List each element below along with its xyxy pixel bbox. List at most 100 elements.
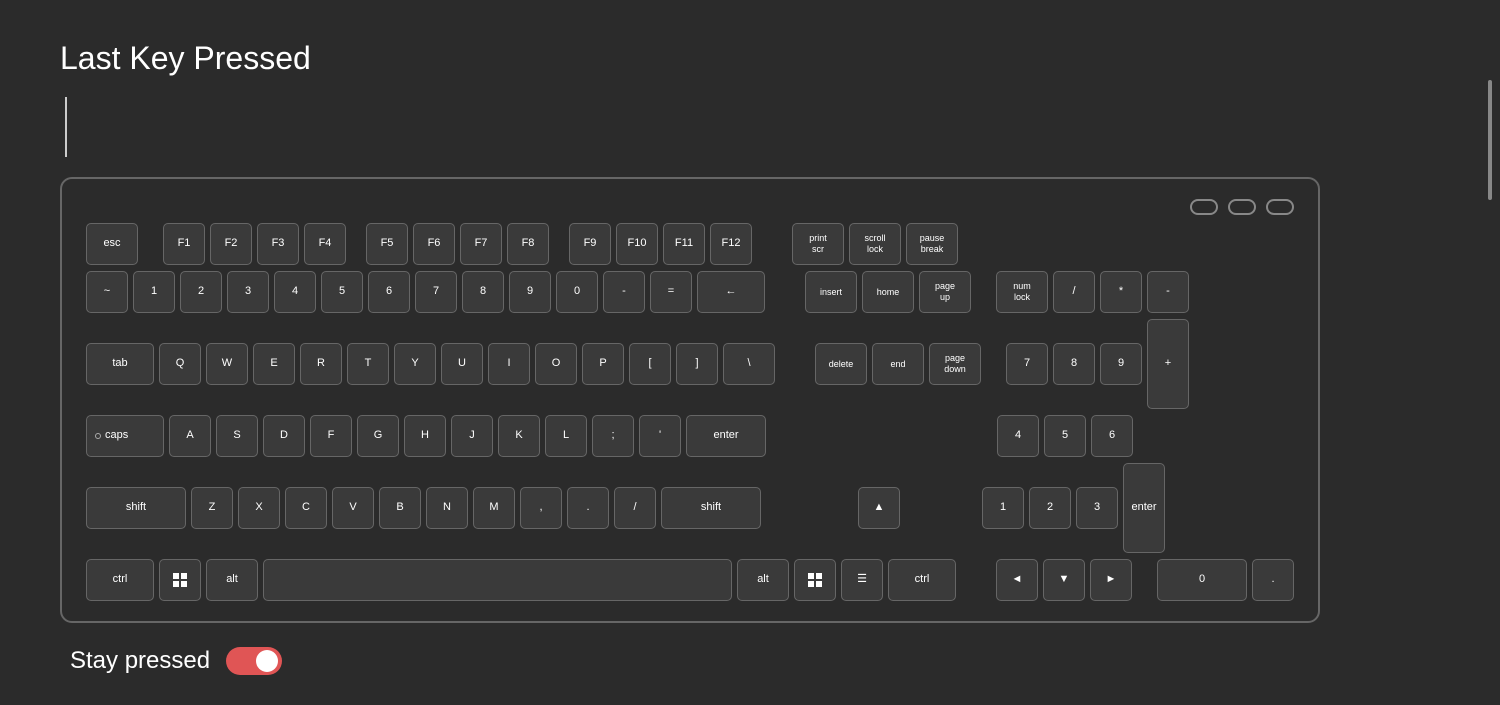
key-u[interactable]: U <box>441 343 483 385</box>
key-tilde[interactable]: ~ <box>86 271 128 313</box>
key-0[interactable]: 0 <box>556 271 598 313</box>
key-num-0[interactable]: 0 <box>1157 559 1247 601</box>
key-arrow-left[interactable]: ◄ <box>996 559 1038 601</box>
key-f4[interactable]: F4 <box>304 223 346 265</box>
key-num-7[interactable]: 7 <box>1006 343 1048 385</box>
key-shift-right[interactable]: shift <box>661 487 761 529</box>
key-w[interactable]: W <box>206 343 248 385</box>
key-s[interactable]: S <box>216 415 258 457</box>
key-f1[interactable]: F1 <box>163 223 205 265</box>
key-num-minus[interactable]: - <box>1147 271 1189 313</box>
key-a[interactable]: A <box>169 415 211 457</box>
key-z[interactable]: Z <box>191 487 233 529</box>
key-8[interactable]: 8 <box>462 271 504 313</box>
key-win-left[interactable] <box>159 559 201 601</box>
key-f12[interactable]: F12 <box>710 223 752 265</box>
key-y[interactable]: Y <box>394 343 436 385</box>
key-num-lock[interactable]: numlock <box>996 271 1048 313</box>
key-n[interactable]: N <box>426 487 468 529</box>
key-f[interactable]: F <box>310 415 352 457</box>
key-num-3[interactable]: 3 <box>1076 487 1118 529</box>
key-9[interactable]: 9 <box>509 271 551 313</box>
key-space[interactable] <box>263 559 732 601</box>
key-alt-left[interactable]: alt <box>206 559 258 601</box>
key-2[interactable]: 2 <box>180 271 222 313</box>
key-f3[interactable]: F3 <box>257 223 299 265</box>
key-4[interactable]: 4 <box>274 271 316 313</box>
key-print-scr[interactable]: printscr <box>792 223 844 265</box>
key-m[interactable]: M <box>473 487 515 529</box>
key-comma[interactable]: , <box>520 487 562 529</box>
key-semicolon[interactable]: ; <box>592 415 634 457</box>
key-f11[interactable]: F11 <box>663 223 705 265</box>
key-page-up[interactable]: pageup <box>919 271 971 313</box>
key-lbracket[interactable]: [ <box>629 343 671 385</box>
key-equals[interactable]: = <box>650 271 692 313</box>
key-backspace[interactable]: ← <box>697 271 765 313</box>
key-f2[interactable]: F2 <box>210 223 252 265</box>
key-num-8[interactable]: 8 <box>1053 343 1095 385</box>
key-num-4[interactable]: 4 <box>997 415 1039 457</box>
key-shift-left[interactable]: shift <box>86 487 186 529</box>
key-esc[interactable]: esc <box>86 223 138 265</box>
key-scroll-lock[interactable]: scrolllock <box>849 223 901 265</box>
key-arrow-up[interactable]: ▲ <box>858 487 900 529</box>
key-ctrl-left[interactable]: ctrl <box>86 559 154 601</box>
key-rbracket[interactable]: ] <box>676 343 718 385</box>
key-e[interactable]: E <box>253 343 295 385</box>
key-o[interactable]: O <box>535 343 577 385</box>
key-p[interactable]: P <box>582 343 624 385</box>
key-end[interactable]: end <box>872 343 924 385</box>
key-num-enter[interactable]: enter <box>1123 463 1165 553</box>
key-q[interactable]: Q <box>159 343 201 385</box>
key-ctrl-right[interactable]: ctrl <box>888 559 956 601</box>
key-g[interactable]: G <box>357 415 399 457</box>
key-j[interactable]: J <box>451 415 493 457</box>
key-f5[interactable]: F5 <box>366 223 408 265</box>
key-f7[interactable]: F7 <box>460 223 502 265</box>
key-f6[interactable]: F6 <box>413 223 455 265</box>
key-pause-break[interactable]: pausebreak <box>906 223 958 265</box>
key-tab[interactable]: tab <box>86 343 154 385</box>
key-delete[interactable]: delete <box>815 343 867 385</box>
key-backslash[interactable]: \ <box>723 343 775 385</box>
key-h[interactable]: H <box>404 415 446 457</box>
key-f8[interactable]: F8 <box>507 223 549 265</box>
key-arrow-down[interactable]: ▼ <box>1043 559 1085 601</box>
key-d[interactable]: D <box>263 415 305 457</box>
key-insert[interactable]: insert <box>805 271 857 313</box>
key-c[interactable]: C <box>285 487 327 529</box>
key-r[interactable]: R <box>300 343 342 385</box>
key-x[interactable]: X <box>238 487 280 529</box>
key-f10[interactable]: F10 <box>616 223 658 265</box>
key-v[interactable]: V <box>332 487 374 529</box>
key-l[interactable]: L <box>545 415 587 457</box>
key-win-right[interactable] <box>794 559 836 601</box>
key-caps-lock[interactable]: caps <box>86 415 164 457</box>
key-num-slash[interactable]: / <box>1053 271 1095 313</box>
key-b[interactable]: B <box>379 487 421 529</box>
key-6[interactable]: 6 <box>368 271 410 313</box>
scrollbar[interactable] <box>1488 80 1492 200</box>
key-num-dot[interactable]: . <box>1252 559 1294 601</box>
key-num-9[interactable]: 9 <box>1100 343 1142 385</box>
key-home[interactable]: home <box>862 271 914 313</box>
stay-pressed-toggle[interactable] <box>226 647 282 675</box>
key-alt-right[interactable]: alt <box>737 559 789 601</box>
key-5[interactable]: 5 <box>321 271 363 313</box>
key-num-2[interactable]: 2 <box>1029 487 1071 529</box>
key-menu[interactable]: ☰ <box>841 559 883 601</box>
key-f9[interactable]: F9 <box>569 223 611 265</box>
key-enter[interactable]: enter <box>686 415 766 457</box>
key-slash[interactable]: / <box>614 487 656 529</box>
key-period[interactable]: . <box>567 487 609 529</box>
key-num-5[interactable]: 5 <box>1044 415 1086 457</box>
key-page-down[interactable]: pagedown <box>929 343 981 385</box>
key-num-1[interactable]: 1 <box>982 487 1024 529</box>
key-quote[interactable]: ' <box>639 415 681 457</box>
key-7[interactable]: 7 <box>415 271 457 313</box>
key-num-plus[interactable]: + <box>1147 319 1189 409</box>
key-k[interactable]: K <box>498 415 540 457</box>
key-i[interactable]: I <box>488 343 530 385</box>
key-num-6[interactable]: 6 <box>1091 415 1133 457</box>
